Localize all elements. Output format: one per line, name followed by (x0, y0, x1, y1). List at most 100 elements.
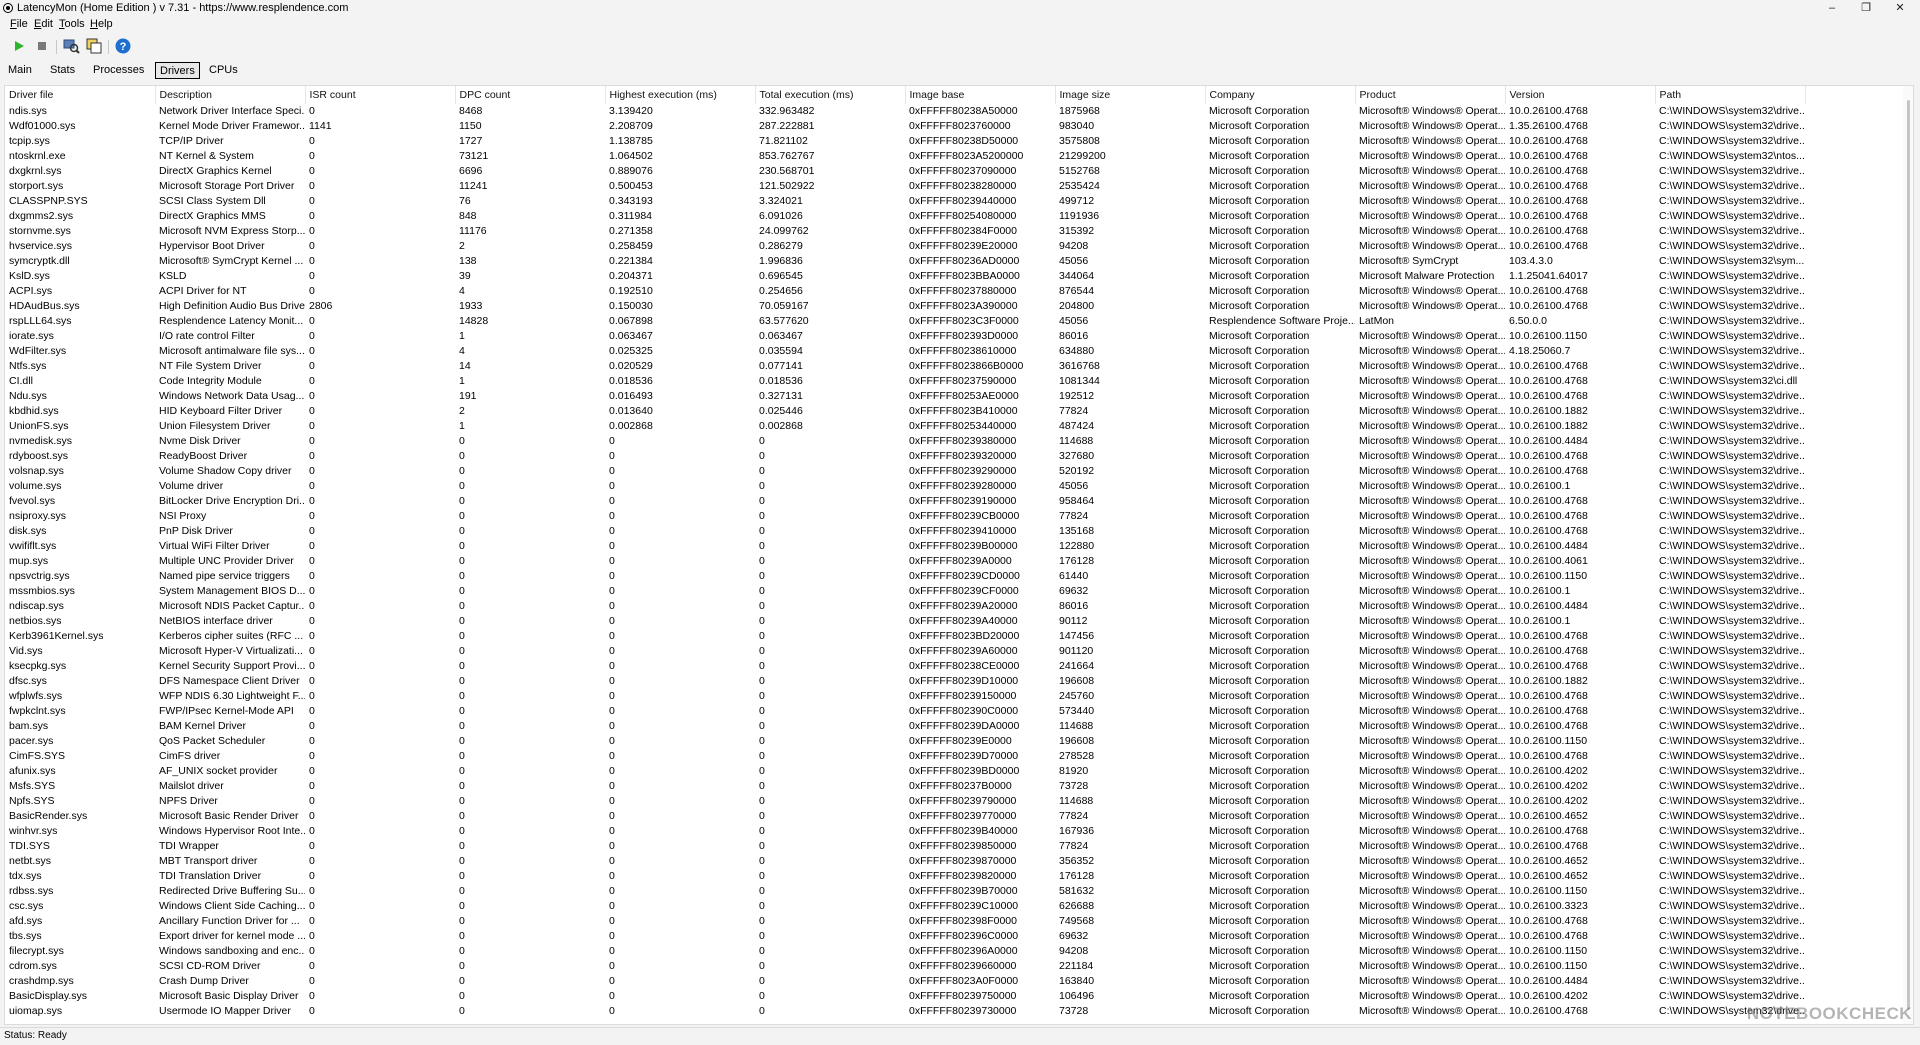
table-row[interactable]: ksecpkg.sys Kernel Security Support Provi… (5, 659, 1805, 674)
table-row[interactable]: dfsc.sys DFS Namespace Client Driver 0 0 0 0 0… (5, 674, 1805, 689)
table-row[interactable]: hvservice.sys Hypervisor Boot Driver 0 2 0.2… (5, 239, 1805, 254)
table-row[interactable]: symcryptk.dll Microsoft® SymCrypt Kernel … (5, 254, 1805, 269)
table-row[interactable]: Kerb3961Kernel.sys Kerberos cipher suites… (5, 629, 1805, 644)
table-cell: 0xFFFFF80254080000 (909, 210, 1017, 222)
column-header[interactable]: Product (1355, 86, 1506, 104)
table-row[interactable]: Wdf01000.sys Kernel Mode Driver Framewor.… (5, 119, 1805, 134)
table-row[interactable]: WdFilter.sys Microsoft antimalware file s… (5, 344, 1805, 359)
table-row[interactable]: disk.sys PnP Disk Driver 0 0 0 0 0xFFFFF802394… (5, 524, 1805, 539)
table-row[interactable]: volume.sys Volume driver 0 0 0 0 0xFFFFF802392… (5, 479, 1805, 494)
table-row[interactable]: CimFS.SYS CimFS driver 0 0 0 0 0xFFFFF80239D70… (5, 749, 1805, 764)
table-row[interactable]: kbdhid.sys HID Keyboard Filter Driver 0 2 0.… (5, 404, 1805, 419)
menu-edit[interactable]: Edit (34, 18, 53, 30)
table-cell: ACPI Driver for NT (159, 285, 247, 297)
menu-file[interactable]: File (10, 18, 28, 30)
table-row[interactable]: UnionFS.sys Union Filesystem Driver 0 1 0.00… (5, 419, 1805, 434)
table-row[interactable]: CLASSPNP.SYS SCSI Class System Dll 0 76 0.34… (5, 194, 1805, 209)
table-row[interactable]: netbt.sys MBT Transport driver 0 0 0 0 0xFFFFF… (5, 854, 1805, 869)
column-header[interactable]: Highest execution (ms) (605, 86, 756, 104)
table-row[interactable]: mssmbios.sys System Management BIOS D... 0… (5, 584, 1805, 599)
table-row[interactable]: iorate.sys I/O rate control Filter 0 1 0.063… (5, 329, 1805, 344)
table-row[interactable]: volsnap.sys Volume Shadow Copy driver 0 0 0 0… (5, 464, 1805, 479)
vertical-scrollbar[interactable] (1903, 86, 1913, 1024)
table-row[interactable]: HDAudBus.sys High Definition Audio Bus Dr… (5, 299, 1805, 314)
table-cell: 69632 (1059, 585, 1089, 597)
table-row[interactable]: stornvme.sys Microsoft NVM Express Storp.… (5, 224, 1805, 239)
table-row[interactable]: npsvctrig.sys Named pipe service triggers… (5, 569, 1805, 584)
table-cell: AF_UNIX socket provider (159, 765, 278, 777)
help-icon[interactable]: ? (114, 37, 132, 55)
table-row[interactable]: Ntfs.sys NT File System Driver 0 14 0.020529… (5, 359, 1805, 374)
column-header[interactable]: Image size (1055, 86, 1206, 104)
table-row[interactable]: crashdmp.sys Crash Dump Driver 0 0 0 0 0xFFFFF… (5, 974, 1805, 989)
table-cell: kbdhid.sys (9, 405, 59, 417)
column-header[interactable]: Image base (905, 86, 1056, 104)
menu-tools[interactable]: Tools (59, 18, 85, 30)
tab-processes[interactable]: Processes (89, 62, 148, 79)
table-row[interactable]: dxgkrnl.sys DirectX Graphics Kernel 0 6696 0… (5, 164, 1805, 179)
menu-help[interactable]: Help (90, 18, 113, 30)
tab-main[interactable]: Main (4, 62, 36, 79)
table-row[interactable]: Npfs.SYS NPFS Driver 0 0 0 0 0xFFFFF8023979000… (5, 794, 1805, 809)
column-header[interactable]: Total execution (ms) (755, 86, 906, 104)
table-row[interactable]: dxgmms2.sys DirectX Graphics MMS 0 848 0.311… (5, 209, 1805, 224)
table-row[interactable]: rdyboost.sys ReadyBoost Driver 0 0 0 0 0xFFFFF… (5, 449, 1805, 464)
table-row[interactable]: cdrom.sys SCSI CD-ROM Driver 0 0 0 0 0xFFFFF80… (5, 959, 1805, 974)
table-row[interactable]: nvmedisk.sys Nvme Disk Driver 0 0 0 0 0xFFFFF8… (5, 434, 1805, 449)
table-row[interactable]: afd.sys Ancillary Function Driver for ...… (5, 914, 1805, 929)
table-row[interactable]: fvevol.sys BitLocker Drive Encryption Dri… (5, 494, 1805, 509)
table-row[interactable]: vwififlt.sys Virtual WiFi Filter Driver 0 0… (5, 539, 1805, 554)
table-row[interactable]: fwpkclnt.sys FWP/IPsec Kernel-Mode API 0 0 0… (5, 704, 1805, 719)
table-row[interactable]: KslD.sys KSLD 0 39 0.204371 0.696545 0xFFFFF80… (5, 269, 1805, 284)
table-row[interactable]: storport.sys Microsoft Storage Port Drive… (5, 179, 1805, 194)
table-cell: 0xFFFFF80237B0000 (909, 780, 1012, 792)
column-header[interactable]: Description (155, 86, 306, 104)
table-cell: Microsoft Corporation (1209, 615, 1310, 627)
column-header[interactable]: ISR count (305, 86, 456, 104)
table-row[interactable]: uiomap.sys Usermode IO Mapper Driver 0 0 0 0 0… (5, 1004, 1805, 1019)
table-row[interactable]: CI.dll Code Integrity Module 0 1 0.018536 0.0… (5, 374, 1805, 389)
copy-icon[interactable] (85, 37, 103, 55)
table-row[interactable]: nsiproxy.sys NSI Proxy 0 0 0 0 0xFFFFF80239CB0… (5, 509, 1805, 524)
table-row[interactable]: Msfs.SYS Mailslot driver 0 0 0 0 0xFFFFF80237B… (5, 779, 1805, 794)
table-row[interactable]: filecrypt.sys Windows sandboxing and enc.… (5, 944, 1805, 959)
play-icon[interactable] (10, 37, 28, 55)
stop-icon[interactable] (33, 37, 51, 55)
table-row[interactable]: tcpip.sys TCP/IP Driver 0 1727 1.138785 71.82… (5, 134, 1805, 149)
table-cell: 10.0.26100.4768 (1509, 465, 1588, 477)
table-row[interactable]: ntoskrnl.exe NT Kernel & System 0 73121 1.06… (5, 149, 1805, 164)
tab-stats[interactable]: Stats (46, 62, 79, 79)
table-row[interactable]: tbs.sys Export driver for kernel mode ...… (5, 929, 1805, 944)
table-row[interactable]: BasicRender.sys Microsoft Basic Render Dr… (5, 809, 1805, 824)
table-cell: C:\WINDOWS\system32\drive... (1659, 990, 1805, 1002)
table-row[interactable]: ACPI.sys ACPI Driver for NT 0 4 0.192510 0.25… (5, 284, 1805, 299)
table-row[interactable]: rdbss.sys Redirected Drive Buffering Su..… (5, 884, 1805, 899)
table-row[interactable]: Ndu.sys Windows Network Data Usag... 0 191 0… (5, 389, 1805, 404)
table-row[interactable]: bam.sys BAM Kernel Driver 0 0 0 0 0xFFFFF80239… (5, 719, 1805, 734)
table-row[interactable]: afunix.sys AF_UNIX socket provider 0 0 0 0 0xF… (5, 764, 1805, 779)
table-row[interactable]: ndiscap.sys Microsoft NDIS Packet Captur.… (5, 599, 1805, 614)
column-header[interactable]: Version (1505, 86, 1656, 104)
table-row[interactable]: BasicDisplay.sys Microsoft Basic Display … (5, 989, 1805, 1004)
table-row[interactable]: rspLLL64.sys Resplendence Latency Monit..… (5, 314, 1805, 329)
table-row[interactable]: TDI.SYS TDI Wrapper 0 0 0 0 0xFFFFF80239850000… (5, 839, 1805, 854)
table-row[interactable]: wfplwfs.sys WFP NDIS 6.30 Lightweight F..… (5, 689, 1805, 704)
column-header[interactable]: Driver file (5, 86, 156, 104)
column-header[interactable]: Path (1655, 86, 1806, 104)
table-row[interactable]: winhvr.sys Windows Hypervisor Root Inte..… (5, 824, 1805, 839)
table-row[interactable]: tdx.sys TDI Translation Driver 0 0 0 0 0xFFFFF… (5, 869, 1805, 884)
tab-drivers[interactable]: Drivers (155, 62, 200, 79)
table-row[interactable]: mup.sys Multiple UNC Provider Driver 0 0 0 0 0… (5, 554, 1805, 569)
table-row[interactable]: pacer.sys QoS Packet Scheduler 0 0 0 0 0xFFFFF… (5, 734, 1805, 749)
column-header[interactable]: Company (1205, 86, 1356, 104)
table-row[interactable]: netbios.sys NetBIOS interface driver 0 0 0 0 0… (5, 614, 1805, 629)
scrollbar-thumb[interactable] (1907, 100, 1910, 1010)
column-header[interactable]: DPC count (455, 86, 606, 104)
table-row[interactable]: ndis.sys Network Driver Interface Speci..… (5, 104, 1805, 119)
scan-icon[interactable] (62, 37, 80, 55)
table-cell: 0xFFFFF80239D70000 (909, 750, 1019, 762)
tab-cpus[interactable]: CPUs (205, 62, 242, 79)
table-row[interactable]: csc.sys Windows Client Side Caching... 0 0 0… (5, 899, 1805, 914)
close-button[interactable]: ✕ (1880, 0, 1920, 17)
table-row[interactable]: Vid.sys Microsoft Hyper-V Virtualizati...… (5, 644, 1805, 659)
